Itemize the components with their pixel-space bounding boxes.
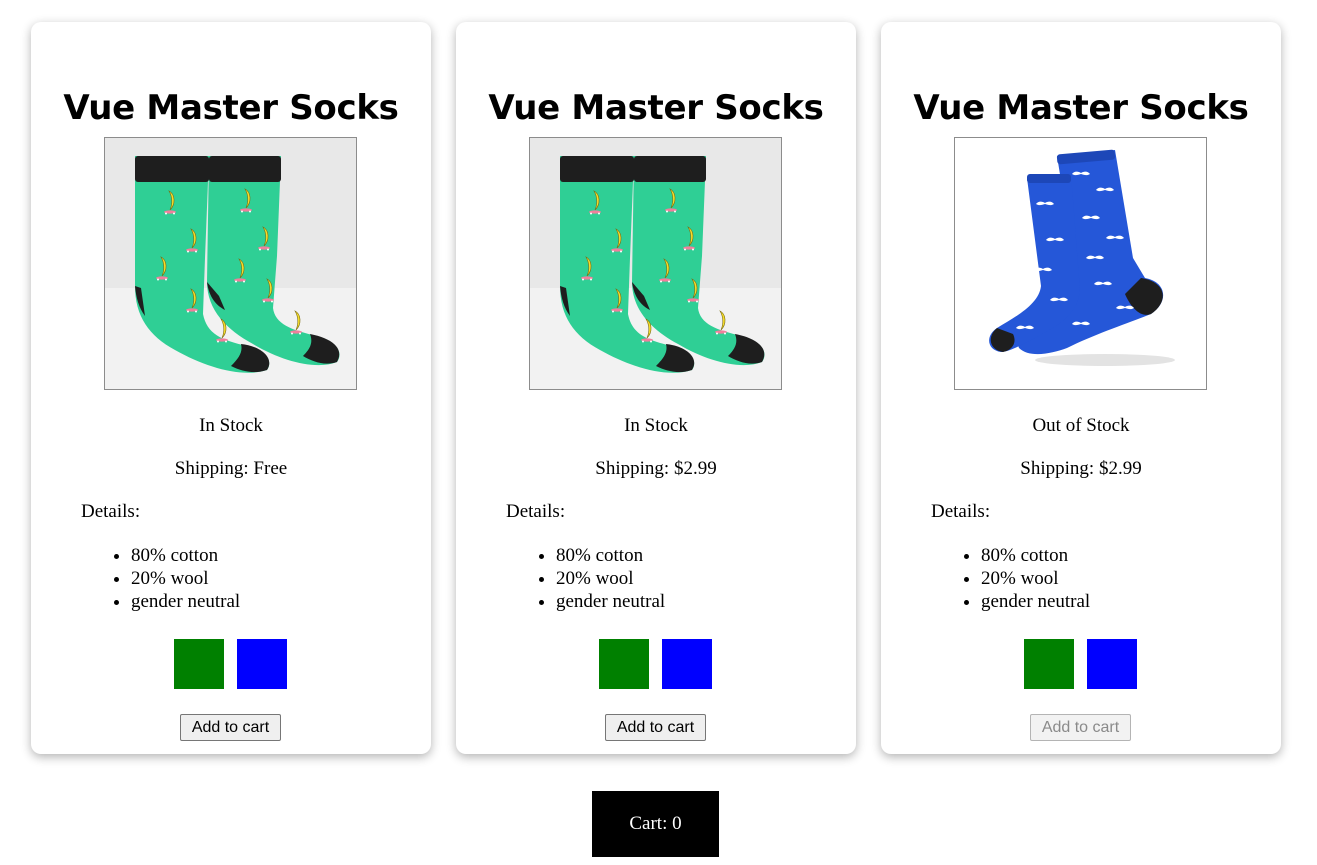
color-swatch-green[interactable] bbox=[599, 639, 649, 689]
list-item: 80% cotton bbox=[556, 544, 665, 567]
green-banana-socks-image bbox=[529, 137, 782, 390]
shipping-cost: Shipping: $2.99 bbox=[595, 458, 717, 479]
details-label: Details: bbox=[506, 501, 566, 522]
list-item: 80% cotton bbox=[981, 544, 1090, 567]
stock-status: Out of Stock bbox=[1032, 415, 1130, 436]
details-list: 80% cotton 20% wool gender neutral bbox=[961, 544, 1090, 613]
details-list: 80% cotton 20% wool gender neutral bbox=[111, 544, 240, 613]
product-card: Vue Master Socks Out of Stock Shipping: … bbox=[881, 22, 1281, 754]
list-item: 80% cotton bbox=[131, 544, 240, 567]
list-item: gender neutral bbox=[556, 590, 665, 613]
list-item: gender neutral bbox=[131, 590, 240, 613]
list-item: gender neutral bbox=[981, 590, 1090, 613]
blue-mustache-socks-image bbox=[954, 137, 1207, 390]
product-card: Vue Master Socks In Stock Shipping: Free… bbox=[31, 22, 431, 754]
stock-status: In Stock bbox=[199, 415, 263, 436]
details-label: Details: bbox=[931, 501, 991, 522]
color-swatch-green[interactable] bbox=[1024, 639, 1074, 689]
color-swatch-green[interactable] bbox=[174, 639, 224, 689]
shipping-cost: Shipping: Free bbox=[174, 458, 288, 479]
cart-label: Cart: 0 bbox=[629, 813, 682, 834]
add-to-cart-button[interactable]: Add to cart bbox=[180, 714, 281, 741]
add-to-cart-button[interactable]: Add to cart bbox=[605, 714, 706, 741]
list-item: 20% wool bbox=[981, 567, 1090, 590]
shipping-cost: Shipping: $2.99 bbox=[1020, 458, 1142, 479]
color-swatch-blue[interactable] bbox=[237, 639, 287, 689]
details-list: 80% cotton 20% wool gender neutral bbox=[536, 544, 665, 613]
product-title: Vue Master Socks bbox=[488, 88, 824, 128]
list-item: 20% wool bbox=[556, 567, 665, 590]
product-title: Vue Master Socks bbox=[913, 88, 1249, 128]
product-title: Vue Master Socks bbox=[63, 88, 399, 128]
details-label: Details: bbox=[81, 501, 141, 522]
color-swatch-blue[interactable] bbox=[1087, 639, 1137, 689]
list-item: 20% wool bbox=[131, 567, 240, 590]
stock-status: In Stock bbox=[624, 415, 688, 436]
green-banana-socks-image bbox=[104, 137, 357, 390]
product-card: Vue Master Socks In Stock Shipping: $2.9… bbox=[456, 22, 856, 754]
cart-counter: Cart: 0 bbox=[592, 791, 719, 857]
color-swatch-blue[interactable] bbox=[662, 639, 712, 689]
add-to-cart-button[interactable]: Add to cart bbox=[1030, 714, 1131, 741]
